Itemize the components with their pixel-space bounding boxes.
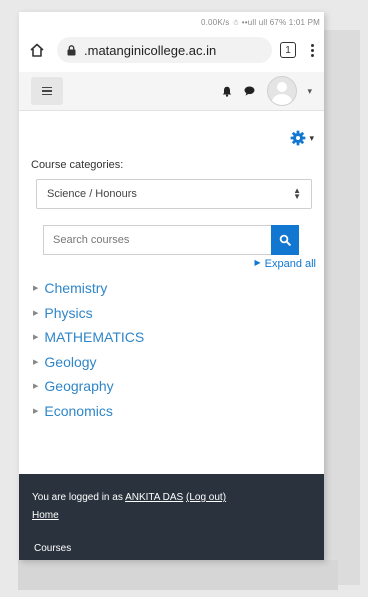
- logout-link[interactable]: (Log out): [186, 492, 226, 503]
- category-select-value: Science / Honours: [47, 188, 137, 200]
- browser-toolbar: .matanginicollege.ac.in 1: [19, 32, 324, 68]
- lock-icon: [67, 44, 76, 56]
- page-footer: You are logged in as ANKITA DAS (Log out…: [19, 474, 324, 560]
- search-icon: [279, 234, 291, 246]
- home-link[interactable]: Home: [32, 510, 59, 521]
- login-info-prefix: You are logged in as: [32, 492, 123, 503]
- category-list: ▶ Chemistry ▶ Physics ▶ MATHEMATICS ▶ Geolog…: [33, 276, 324, 423]
- category-item-economics[interactable]: ▶ Economics: [33, 399, 324, 424]
- background-panel-bottom: [18, 560, 338, 590]
- category-item-physics[interactable]: ▶ Physics: [33, 301, 324, 326]
- collapse-caret-icon: ▶: [33, 334, 39, 342]
- status-bar-text: 0.00K/s ☃ ••ull ull 67% 1:01 PM: [200, 17, 320, 27]
- status-bar: 0.00K/s ☃ ••ull ull 67% 1:01 PM: [19, 12, 324, 32]
- home-icon[interactable]: [27, 40, 47, 60]
- category-item-chemistry[interactable]: ▶ Chemistry: [33, 276, 324, 301]
- messages-chat-icon[interactable]: [244, 86, 255, 96]
- more-options-icon[interactable]: [310, 43, 314, 57]
- category-label: Geology: [44, 353, 97, 370]
- notifications-bell-icon[interactable]: [222, 86, 232, 97]
- search-courses-input[interactable]: [43, 225, 271, 255]
- search-button[interactable]: [271, 225, 299, 255]
- user-menu-caret-icon[interactable]: ▾: [307, 86, 312, 97]
- expand-all-label: Expand all: [264, 258, 316, 270]
- expand-all-link[interactable]: ▶ Expand all: [19, 258, 316, 270]
- select-updown-icon: ▲ ▼: [293, 186, 301, 201]
- gear-icon[interactable]: [290, 130, 306, 146]
- site-navbar: ▾: [19, 72, 324, 111]
- course-search: [43, 225, 324, 255]
- category-item-geology[interactable]: ▶ Geology: [33, 350, 324, 375]
- gear-caret-icon[interactable]: ▾: [309, 133, 314, 144]
- category-item-geography[interactable]: ▶ Geography: [33, 374, 324, 399]
- url-text: .matanginicollege.ac.in: [84, 42, 217, 58]
- address-bar[interactable]: .matanginicollege.ac.in: [57, 37, 272, 63]
- category-label: Chemistry: [44, 280, 108, 297]
- user-profile-link[interactable]: ANKITA DAS: [125, 492, 183, 503]
- hamburger-menu-button[interactable]: [31, 77, 63, 105]
- category-label: MATHEMATICS: [44, 329, 145, 346]
- category-label: Physics: [44, 304, 93, 321]
- collapse-caret-icon: ▶: [33, 309, 39, 317]
- collapse-caret-icon: ▶: [33, 407, 39, 415]
- category-item-mathematics[interactable]: ▶ MATHEMATICS: [33, 325, 324, 350]
- page-actions-row: ▾: [19, 119, 324, 157]
- category-select[interactable]: Science / Honours ▲ ▼: [36, 179, 312, 209]
- user-avatar[interactable]: [267, 76, 298, 106]
- collapse-caret-icon: ▶: [33, 358, 39, 366]
- course-categories-label: Course categories:: [31, 159, 124, 171]
- expand-caret-icon: ▶: [254, 258, 261, 267]
- collapse-caret-icon: ▶: [33, 285, 39, 293]
- collapse-caret-icon: ▶: [33, 383, 39, 391]
- tab-switcher-button[interactable]: 1: [280, 42, 296, 58]
- category-label: Economics: [44, 402, 113, 419]
- login-info: You are logged in as ANKITA DAS (Log out…: [32, 492, 226, 503]
- phone-screen: 0.00K/s ☃ ••ull ull 67% 1:01 PM .matangi…: [19, 12, 324, 560]
- category-label: Geography: [44, 378, 114, 395]
- courses-link[interactable]: Courses: [34, 543, 71, 554]
